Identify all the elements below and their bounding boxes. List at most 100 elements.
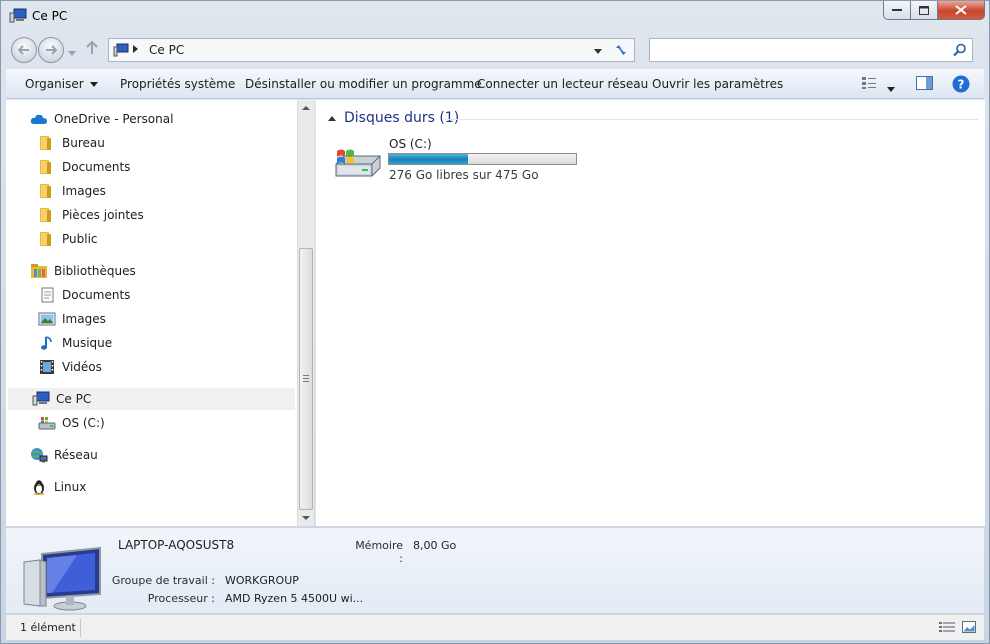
preview-pane-icon[interactable] bbox=[916, 76, 933, 93]
organize-button[interactable]: Organiser bbox=[25, 77, 98, 91]
computer-icon bbox=[32, 391, 50, 407]
minimize-icon bbox=[892, 9, 902, 11]
computer-icon bbox=[113, 43, 129, 60]
drive-name: OS (C:) bbox=[389, 137, 432, 151]
system-properties-button[interactable]: Propriétés système bbox=[120, 77, 235, 91]
back-button[interactable] bbox=[11, 37, 37, 63]
large-icons-view-icon[interactable] bbox=[962, 621, 976, 636]
maximize-icon bbox=[919, 5, 929, 15]
document-icon bbox=[38, 287, 56, 303]
hard-drive-icon bbox=[334, 146, 382, 183]
nav-item-label: Linux bbox=[54, 480, 87, 494]
nav-item-drive-c[interactable]: OS (C:) bbox=[38, 412, 105, 434]
folder-icon bbox=[38, 159, 56, 175]
up-button[interactable] bbox=[86, 40, 98, 58]
collapse-caret-icon[interactable] bbox=[328, 116, 336, 121]
penguin-icon bbox=[30, 479, 48, 495]
nav-item-label: Pièces jointes bbox=[62, 208, 144, 222]
minimize-button[interactable] bbox=[883, 1, 911, 20]
nav-item-network[interactable]: Réseau bbox=[30, 444, 98, 466]
search-icon[interactable] bbox=[953, 43, 967, 60]
window-title: Ce PC bbox=[32, 9, 68, 23]
title-bar[interactable]: Ce PC bbox=[1, 1, 989, 31]
drive-icon bbox=[38, 415, 56, 431]
nav-item-label: Documents bbox=[62, 288, 131, 302]
scroll-up-icon[interactable] bbox=[302, 106, 310, 110]
nav-item-label: Ce PC bbox=[56, 392, 92, 406]
details-view-icon[interactable] bbox=[939, 621, 955, 636]
workgroup-label: Groupe de travail : bbox=[111, 574, 215, 587]
network-icon bbox=[30, 447, 48, 463]
chevron-down-icon bbox=[68, 51, 76, 56]
nav-item-library-documents[interactable]: Documents bbox=[38, 284, 130, 306]
nav-item-label: Images bbox=[62, 312, 106, 326]
memory-label: Mémoire : bbox=[355, 539, 403, 565]
chevron-down-icon bbox=[887, 87, 895, 92]
group-divider bbox=[444, 119, 978, 120]
nav-item-linux[interactable]: Linux bbox=[30, 476, 86, 498]
computer-name: LAPTOP-AQOSUST8 bbox=[118, 538, 235, 552]
cloud-icon bbox=[30, 111, 48, 127]
content-pane: Disques durs (1) OS (C:) 276 Go libres s… bbox=[315, 100, 985, 526]
nav-item-library-music[interactable]: Musique bbox=[38, 332, 112, 354]
nav-item-library-videos[interactable]: Vidéos bbox=[38, 356, 102, 378]
breadcrumb[interactable]: Ce PC bbox=[149, 43, 184, 57]
close-icon bbox=[955, 5, 967, 15]
processor-label: Processeur : bbox=[147, 592, 215, 605]
address-row: Ce PC bbox=[1, 35, 989, 65]
chevron-down-icon bbox=[89, 82, 98, 87]
address-dropdown[interactable] bbox=[594, 49, 602, 54]
view-dropdown[interactable] bbox=[887, 81, 895, 95]
nav-item-label: Réseau bbox=[54, 448, 98, 462]
group-header-hard-drives[interactable]: Disques durs (1) bbox=[328, 109, 978, 131]
help-icon[interactable]: ? bbox=[952, 75, 970, 96]
nav-item-public[interactable]: Public bbox=[38, 228, 98, 250]
nav-item-bureau[interactable]: Bureau bbox=[38, 132, 105, 154]
recent-pages-dropdown[interactable] bbox=[68, 45, 76, 59]
nav-item-pieces-jointes[interactable]: Pièces jointes bbox=[38, 204, 144, 226]
scroll-down-icon[interactable] bbox=[302, 516, 310, 520]
nav-item-label: Bureau bbox=[62, 136, 105, 150]
nav-item-library-images[interactable]: Images bbox=[38, 308, 106, 330]
arrow-left-icon bbox=[18, 45, 29, 55]
nav-item-this-pc[interactable]: Ce PC bbox=[8, 388, 295, 410]
nav-scrollbar[interactable] bbox=[297, 100, 314, 526]
folder-icon bbox=[38, 231, 56, 247]
group-title: Disques durs (1) bbox=[344, 110, 460, 126]
navigation-pane: OneDrive - Personal Bureau Documents Ima… bbox=[6, 100, 314, 526]
computer-icon bbox=[9, 8, 27, 24]
nav-item-label: Documents bbox=[62, 160, 131, 174]
film-icon bbox=[38, 359, 56, 375]
open-settings-button[interactable]: Ouvrir les paramètres bbox=[652, 77, 783, 91]
forward-button[interactable] bbox=[38, 37, 64, 63]
nav-item-label: OneDrive - Personal bbox=[54, 112, 174, 126]
address-bar[interactable]: Ce PC bbox=[108, 38, 635, 62]
drive-os-c[interactable]: OS (C:) 276 Go libres sur 475 Go bbox=[334, 136, 594, 186]
folder-icon bbox=[38, 183, 56, 199]
view-options-icon[interactable] bbox=[861, 76, 877, 93]
nav-item-libraries[interactable]: Bibliothèques bbox=[30, 260, 136, 282]
nav-item-images[interactable]: Images bbox=[38, 180, 106, 202]
nav-item-onedrive[interactable]: OneDrive - Personal bbox=[30, 108, 173, 130]
nav-item-label: Vidéos bbox=[62, 360, 102, 374]
music-note-icon bbox=[38, 335, 56, 351]
folder-icon bbox=[38, 135, 56, 151]
arrow-right-icon bbox=[46, 45, 57, 55]
nav-item-documents[interactable]: Documents bbox=[38, 156, 130, 178]
breadcrumb-chevron-icon[interactable] bbox=[133, 45, 138, 53]
search-input[interactable] bbox=[649, 38, 973, 62]
map-network-drive-button[interactable]: Connecter un lecteur réseau bbox=[477, 77, 648, 91]
item-count: 1 élément bbox=[20, 621, 76, 634]
scroll-thumb[interactable] bbox=[299, 248, 313, 510]
nav-item-label: Images bbox=[62, 184, 106, 198]
caption-buttons bbox=[883, 1, 985, 20]
status-divider bbox=[80, 619, 81, 637]
refresh-icon[interactable] bbox=[613, 42, 629, 61]
svg-text:?: ? bbox=[958, 78, 965, 92]
explorer-window: Ce PC Ce PC Organiser Propriétés système… bbox=[0, 0, 990, 644]
maximize-button[interactable] bbox=[911, 1, 938, 20]
close-button[interactable] bbox=[938, 1, 985, 20]
memory-value: 8,00 Go bbox=[413, 539, 457, 552]
picture-icon bbox=[38, 311, 56, 327]
uninstall-program-button[interactable]: Désinstaller ou modifier un programme bbox=[245, 77, 482, 91]
